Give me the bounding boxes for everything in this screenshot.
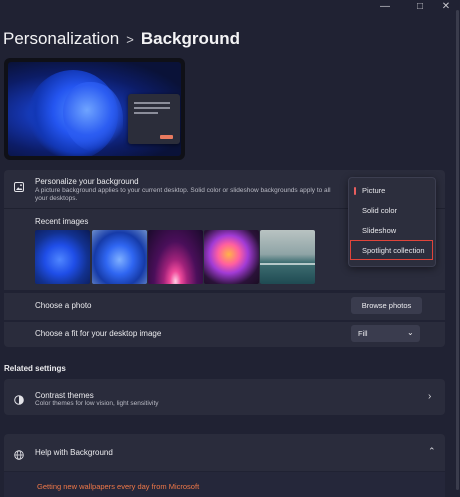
browse-photos-button[interactable]: Browse photos bbox=[351, 297, 422, 314]
recent-images-label: Recent images bbox=[35, 217, 89, 226]
recent-image-thumbnail[interactable] bbox=[148, 230, 203, 284]
chevron-up-icon[interactable]: ⌃ bbox=[428, 446, 436, 457]
close-button[interactable]: ✕ bbox=[436, 0, 456, 14]
recent-image-thumbnail[interactable] bbox=[204, 230, 259, 284]
fit-select-value: Fill bbox=[358, 329, 368, 338]
personalize-background-title: Personalize your background bbox=[35, 177, 139, 186]
preview-window bbox=[128, 94, 180, 144]
globe-icon bbox=[14, 447, 24, 465]
preview-window-button bbox=[160, 135, 173, 139]
personalize-background-desc-1: A picture background applies to your cur… bbox=[35, 187, 331, 194]
fit-select[interactable]: Fill ⌄ bbox=[351, 325, 420, 342]
highlight-box bbox=[350, 240, 433, 260]
scrollbar[interactable] bbox=[456, 10, 459, 490]
chevron-right-icon: > bbox=[126, 32, 134, 47]
desktop-preview bbox=[4, 58, 185, 160]
help-link[interactable]: Getting new wallpapers every day from Mi… bbox=[37, 482, 199, 491]
recent-image-thumbnail[interactable] bbox=[92, 230, 147, 284]
recent-image-thumbnail[interactable] bbox=[35, 230, 90, 284]
choose-fit-label: Choose a fit for your desktop image bbox=[35, 329, 162, 338]
page-title: Background bbox=[140, 29, 241, 48]
chevron-right-icon: › bbox=[428, 391, 432, 402]
chevron-down-icon: ⌄ bbox=[407, 328, 414, 337]
personalize-background-desc-2: your desktops. bbox=[35, 195, 78, 202]
dropdown-option-slideshow[interactable]: Slideshow bbox=[350, 221, 434, 240]
minimize-button[interactable]: — bbox=[375, 0, 395, 14]
image-icon bbox=[14, 182, 24, 195]
contrast-themes-title: Contrast themes bbox=[35, 391, 94, 400]
help-title: Help with Background bbox=[35, 448, 113, 457]
breadcrumb: Personalization > Background bbox=[3, 29, 240, 49]
contrast-icon bbox=[14, 392, 24, 410]
recent-image-thumbnail[interactable] bbox=[260, 230, 315, 284]
breadcrumb-parent[interactable]: Personalization bbox=[3, 29, 119, 48]
related-settings-heading: Related settings bbox=[4, 364, 66, 373]
preview-wallpaper bbox=[8, 62, 181, 156]
maximize-button[interactable]: □ bbox=[410, 0, 430, 14]
selected-indicator bbox=[354, 187, 356, 195]
dropdown-option-picture[interactable]: Picture bbox=[350, 181, 434, 200]
contrast-themes-desc: Color themes for low vision, light sensi… bbox=[35, 400, 159, 407]
choose-photo-label: Choose a photo bbox=[35, 301, 92, 310]
dropdown-option-solid-color[interactable]: Solid color bbox=[350, 201, 434, 220]
